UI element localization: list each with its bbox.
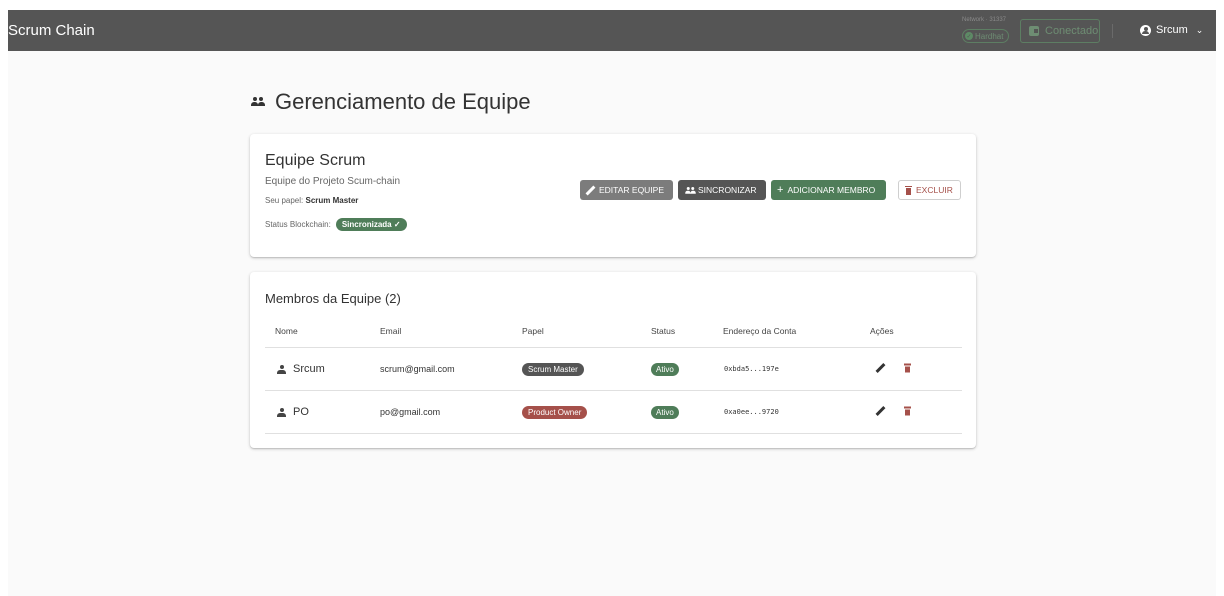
column-header-address: Endereço da Conta [723, 326, 797, 336]
role-value: Scrum Master [305, 196, 359, 205]
table-row: Srcum scrum@gmail.com Scrum Master Ativo… [250, 348, 976, 390]
network-label: Network · 31337 [962, 17, 1007, 23]
team-role: Seu papel: Scrum Master [265, 196, 358, 205]
member-name: PO [293, 406, 309, 418]
member-status-chip: Ativo [651, 363, 679, 376]
members-title: Membros da Equipe (2) [265, 291, 401, 306]
delete-team-button[interactable]: EXCLUIR [898, 180, 961, 200]
member-address: 0xa0ee...9720 [724, 408, 779, 416]
member-name-cell: Srcum [277, 363, 325, 375]
role-chip: Scrum Master [522, 363, 584, 376]
user-name: Srcum [1156, 24, 1188, 36]
team-description: Equipe do Projeto Scum-chain [265, 176, 401, 187]
app-bar: Scrum Chain Network · 31337 ✓ Hardhat Co… [8, 10, 1216, 51]
page-title: Gerenciamento de Equipe [251, 89, 531, 115]
add-member-button[interactable]: + ADICIONAR MEMBRO [771, 180, 886, 200]
sync-button[interactable]: SINCRONIZAR [678, 180, 766, 200]
group-icon [685, 187, 696, 194]
member-name: Srcum [293, 363, 325, 375]
member-email: scrum@gmail.com [380, 364, 455, 374]
trash-icon [905, 185, 912, 195]
app-frame: Scrum Chain Network · 31337 ✓ Hardhat Co… [8, 10, 1216, 596]
status-chip: Ativo [651, 406, 679, 419]
column-header-status: Status [651, 326, 676, 336]
member-status-chip: Ativo [651, 406, 679, 419]
network-name: Hardhat [975, 31, 1004, 41]
chevron-down-icon: ⌄ [1195, 24, 1204, 35]
table-divider [265, 433, 962, 434]
column-header-actions: Ações [870, 326, 894, 336]
member-address: 0xbda5...197e [724, 365, 779, 373]
group-icon [251, 97, 265, 107]
column-header-name: Nome [275, 326, 298, 336]
blockchain-status: Status Blockchain: Sincronizada ✓ [265, 218, 407, 231]
delete-team-label: EXCLUIR [916, 185, 953, 195]
sync-label: SINCRONIZAR [698, 185, 757, 195]
plus-icon: + [777, 184, 784, 196]
user-menu[interactable]: Srcum ⌄ [1140, 24, 1203, 36]
toolbar-divider [1112, 24, 1113, 38]
column-header-email: Email [380, 326, 402, 336]
app-title[interactable]: Scrum Chain [8, 22, 95, 39]
account-circle-icon [1140, 24, 1151, 36]
network-chip: ✓ Hardhat [962, 29, 1010, 43]
team-card: Equipe Scrum Equipe do Projeto Scum-chai… [250, 134, 976, 257]
delete-member-button[interactable] [904, 406, 911, 418]
check-circle-icon: ✓ [965, 32, 973, 40]
member-role-chip: Product Owner [522, 406, 588, 419]
edit-team-button[interactable]: EDITAR EQUIPE [580, 180, 673, 200]
connection-label: Conectado [1045, 25, 1099, 37]
status-label: Status Blockchain: [265, 220, 331, 229]
status-chip: Ativo [651, 363, 679, 376]
connection-button[interactable]: Conectado [1020, 19, 1100, 43]
trash-icon [904, 406, 911, 416]
role-chip: Product Owner [522, 406, 588, 419]
member-role-chip: Scrum Master [522, 363, 584, 376]
trash-icon [904, 363, 911, 373]
person-icon [277, 407, 286, 417]
edit-member-button[interactable] [876, 407, 885, 418]
wallet-icon [1029, 26, 1039, 36]
delete-member-button[interactable] [904, 363, 911, 375]
add-member-label: ADICIONAR MEMBRO [787, 185, 876, 195]
page-title-text: Gerenciamento de Equipe [275, 89, 531, 114]
person-icon [277, 364, 286, 374]
pencil-icon [876, 364, 885, 373]
edit-member-button[interactable] [876, 364, 885, 375]
table-row: PO po@gmail.com Product Owner Ativo 0xa0… [250, 391, 976, 433]
team-name: Equipe Scrum [265, 152, 366, 169]
column-header-role: Papel [522, 326, 544, 336]
member-name-cell: PO [277, 406, 309, 418]
edit-team-label: EDITAR EQUIPE [599, 185, 665, 195]
role-label: Seu papel: [265, 196, 304, 205]
pencil-icon [586, 186, 595, 195]
status-badge: Sincronizada ✓ [335, 218, 407, 231]
member-email: po@gmail.com [380, 407, 441, 417]
members-card: Membros da Equipe (2) Nome Email Papel S… [250, 272, 976, 448]
network-indicator: Network · 31337 ✓ Hardhat [962, 17, 1016, 45]
pencil-icon [876, 407, 885, 416]
